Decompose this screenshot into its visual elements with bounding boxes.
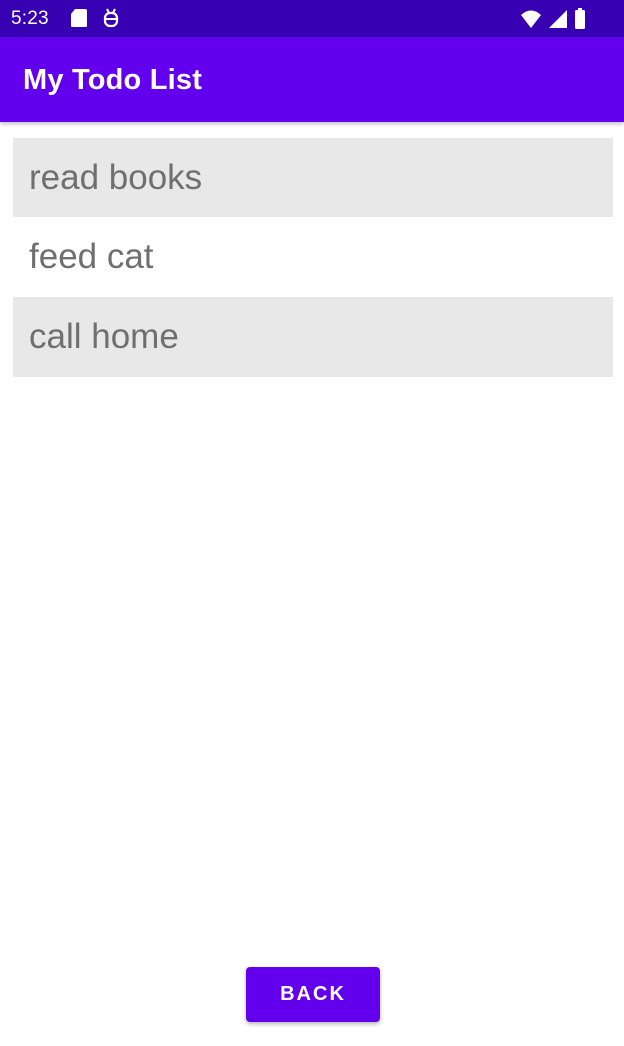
sd-card-icon	[70, 8, 88, 28]
todo-item-label: read books	[29, 157, 203, 197]
wifi-icon	[520, 9, 542, 29]
debug-icon	[102, 8, 120, 28]
list-item[interactable]: read books	[13, 138, 613, 217]
status-system-icons	[520, 8, 586, 29]
todo-list: read books feed cat call home	[13, 138, 613, 377]
todo-item-label: call home	[29, 317, 179, 356]
status-bar: 5:23	[0, 0, 624, 37]
todo-item-label: feed cat	[29, 237, 154, 276]
app-title: My Todo List	[23, 64, 203, 96]
status-time: 5:23	[11, 8, 49, 29]
battery-icon	[574, 8, 586, 29]
app-bar: My Todo List	[0, 37, 624, 122]
list-item[interactable]: feed cat	[13, 217, 613, 297]
list-item[interactable]: call home	[13, 297, 613, 377]
status-notification-icons	[70, 8, 120, 28]
back-button[interactable]: BACK	[246, 967, 380, 1022]
signal-icon	[548, 9, 568, 29]
